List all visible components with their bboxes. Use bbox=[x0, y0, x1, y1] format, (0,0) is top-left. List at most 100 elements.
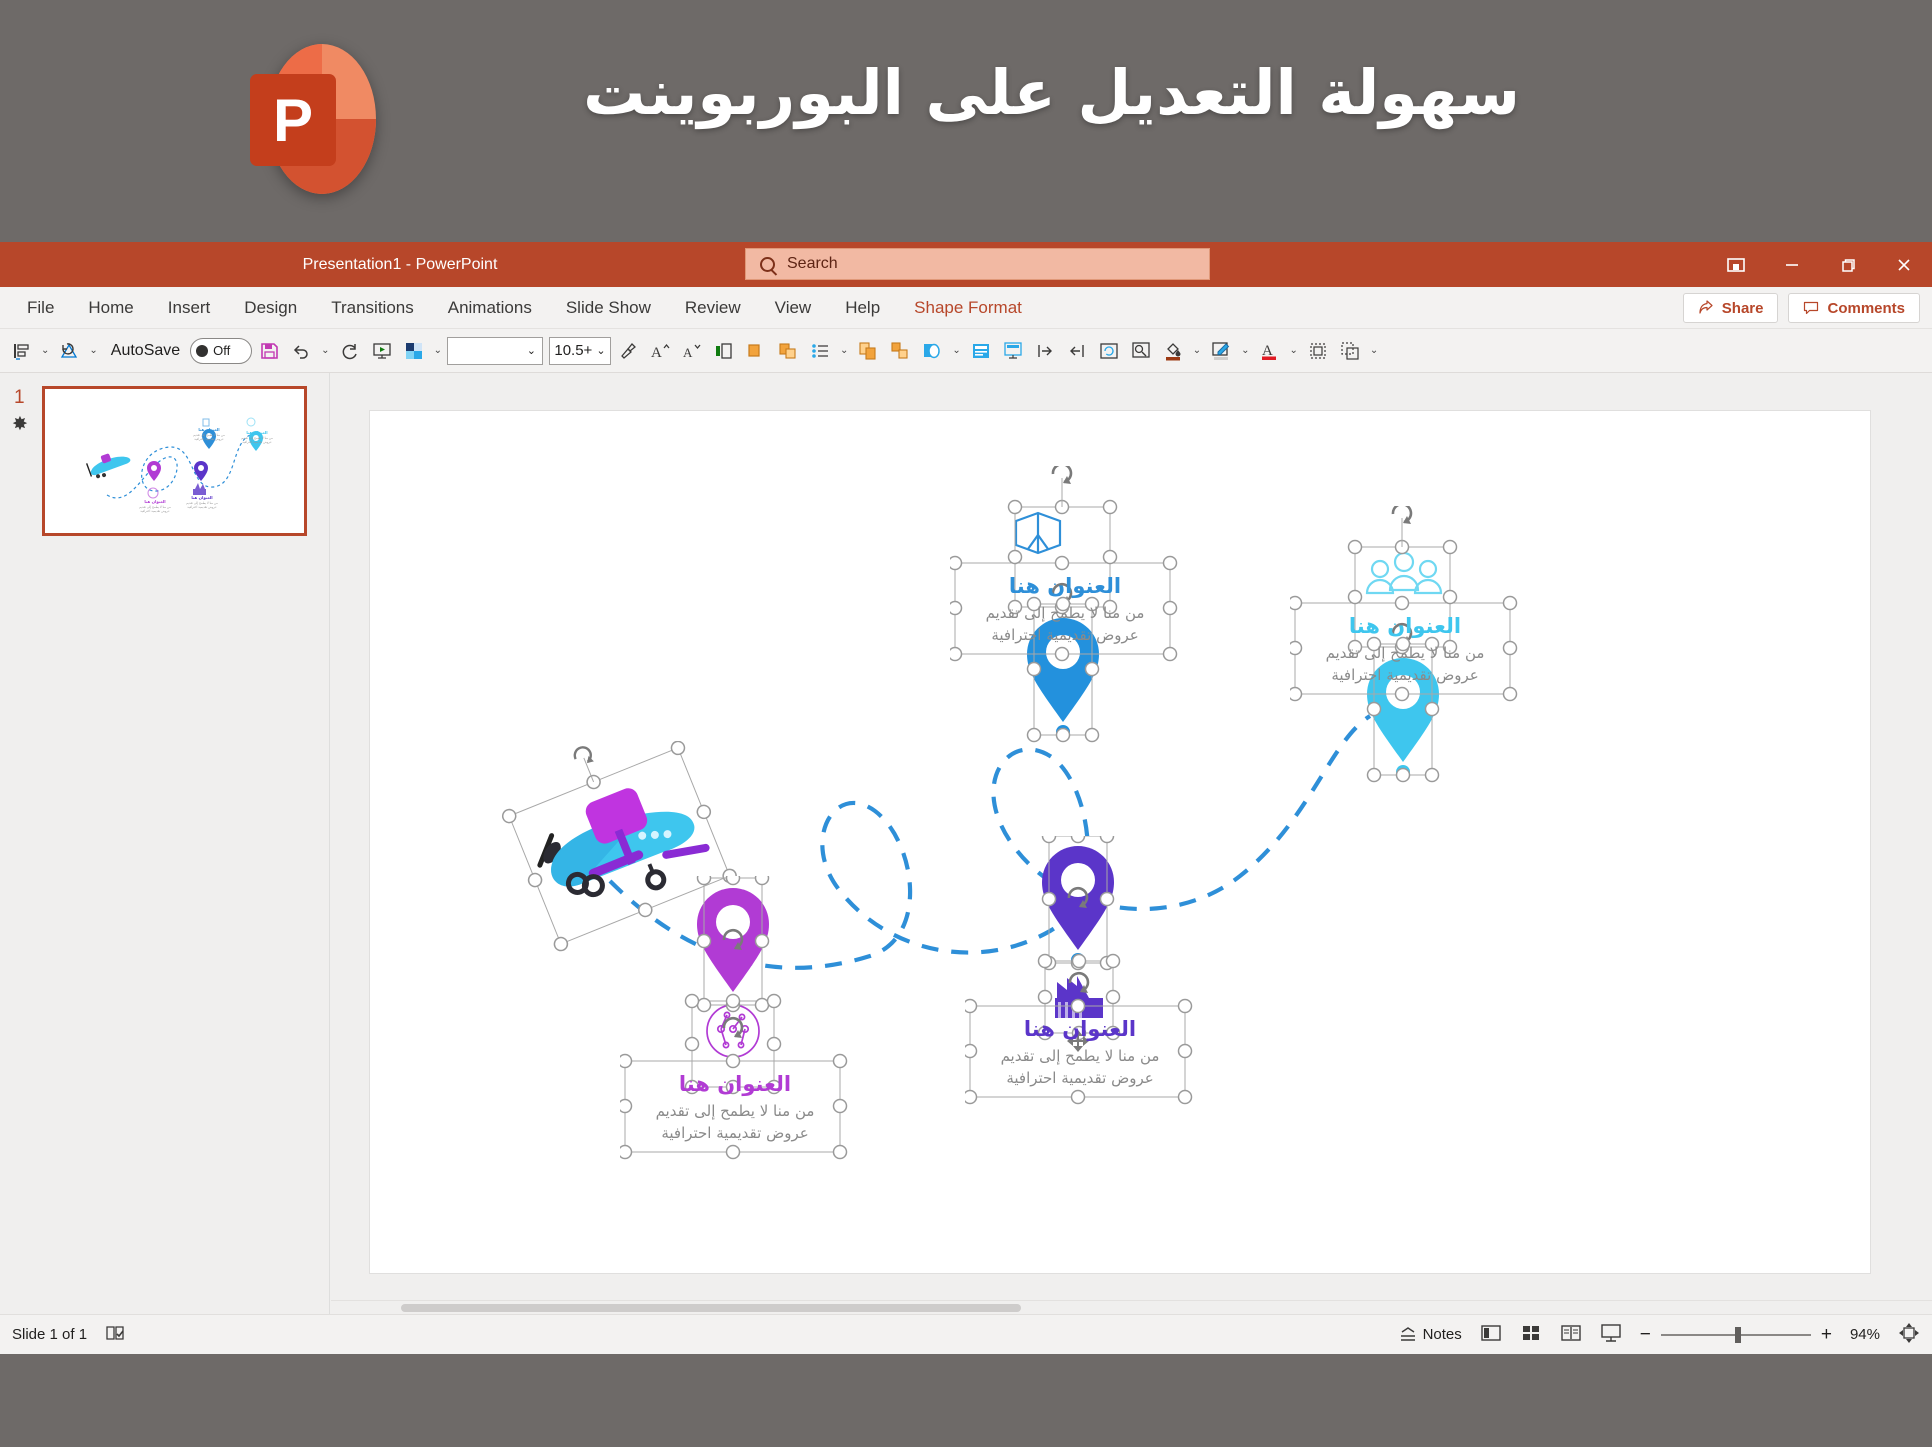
slide-editing-pane: العنوان هنا من منا لا يطمح إلى تقديم عروض… bbox=[330, 373, 1932, 1314]
comments-label: Comments bbox=[1827, 299, 1905, 317]
title-bar: Presentation1 - PowerPoint Search bbox=[0, 242, 1932, 287]
autosave-toggle[interactable]: Off bbox=[190, 337, 253, 364]
window-title: Presentation1 - PowerPoint bbox=[302, 255, 498, 273]
align-left-icon[interactable] bbox=[6, 335, 36, 367]
decrease-indent-icon[interactable] bbox=[1062, 335, 1092, 367]
start-slideshow-icon[interactable] bbox=[367, 335, 397, 367]
pen-color-dropdown-caret[interactable]: ⌄ bbox=[1238, 345, 1252, 356]
undo-dropdown-caret[interactable]: ⌄ bbox=[318, 345, 332, 356]
tab-help[interactable]: Help bbox=[828, 287, 897, 329]
thumbnail-title-magenta: العنوان هنا bbox=[144, 499, 166, 504]
search-input[interactable]: Search bbox=[745, 248, 1210, 280]
tab-transitions[interactable]: Transitions bbox=[314, 287, 431, 329]
increase-indent-icon[interactable] bbox=[1030, 335, 1060, 367]
zoom-slider[interactable]: − + bbox=[1640, 1324, 1832, 1346]
fit-to-window-icon[interactable] bbox=[1898, 1322, 1920, 1348]
tab-shape-format[interactable]: Shape Format bbox=[897, 287, 1039, 329]
zoom-out-button[interactable]: − bbox=[1640, 1324, 1651, 1346]
redo-icon[interactable] bbox=[335, 335, 365, 367]
merge-shapes-icon[interactable] bbox=[917, 335, 947, 367]
bullets-dropdown-caret[interactable]: ⌄ bbox=[837, 345, 851, 356]
notes-button[interactable]: Notes bbox=[1398, 1325, 1462, 1345]
rotate-dropdown-caret[interactable]: ⌄ bbox=[86, 345, 100, 356]
marker-blue-group[interactable]: العنوان هنا من منا لا يطمح إلى تقديم عروض… bbox=[950, 466, 1180, 766]
share-button[interactable]: Share bbox=[1682, 293, 1779, 323]
slideshow-view-icon[interactable] bbox=[1600, 1322, 1622, 1348]
slide-thumbnail-1[interactable]: العنوان هنا من منا لا يطمح إلى تقديم عروض… bbox=[42, 386, 307, 536]
thumbnail-body-violet: من منا لا يطمح إلى تقديم عروض تقديمية احت… bbox=[186, 501, 218, 509]
slide-sorter-icon[interactable] bbox=[1520, 1322, 1542, 1348]
fill-color-dropdown-caret[interactable]: ⌄ bbox=[1190, 345, 1204, 356]
marker-magenta-group[interactable]: العنوان هنا من منا لا يطمح إلى تقديم عروض… bbox=[620, 876, 850, 1176]
shape-fill-icon[interactable] bbox=[399, 335, 429, 367]
decrease-font-size-icon[interactable]: A bbox=[677, 335, 707, 367]
marker-cyan-group[interactable]: العنوان هنا من منا لا يطمح إلى تقديم عروض… bbox=[1290, 506, 1520, 806]
group-icon[interactable] bbox=[885, 335, 915, 367]
scrollbar-thumb[interactable] bbox=[401, 1304, 1021, 1312]
font-size-input[interactable]: 10.5+ ⌄ bbox=[548, 336, 611, 365]
text-direction-icon[interactable] bbox=[709, 335, 739, 367]
tab-review[interactable]: Review bbox=[668, 287, 758, 329]
minimize-button[interactable] bbox=[1764, 242, 1820, 287]
zoom-in-button[interactable]: + bbox=[1821, 1324, 1832, 1346]
slide-layout-icon[interactable] bbox=[998, 335, 1028, 367]
zoom-track[interactable] bbox=[1660, 1326, 1811, 1343]
tab-animations[interactable]: Animations bbox=[431, 287, 549, 329]
merge-dropdown-caret[interactable]: ⌄ bbox=[949, 345, 963, 356]
thumbnail-pane-scrollbar[interactable] bbox=[321, 373, 329, 1314]
slide-canvas[interactable]: العنوان هنا من منا لا يطمح إلى تقديم عروض… bbox=[370, 411, 1870, 1273]
comment-icon bbox=[1804, 301, 1819, 315]
increase-font-size-icon[interactable]: A bbox=[645, 335, 675, 367]
selection-pane-icon[interactable] bbox=[1335, 335, 1365, 367]
marker-violet-title: العنوان هنا bbox=[1023, 1017, 1137, 1041]
font-color-icon[interactable]: A bbox=[1255, 335, 1285, 367]
pen-color-icon[interactable] bbox=[1206, 335, 1236, 367]
save-icon[interactable] bbox=[254, 335, 284, 367]
notes-icon bbox=[1400, 1326, 1415, 1341]
shape-fill-dropdown-caret[interactable]: ⌄ bbox=[431, 345, 445, 356]
align-dropdown-caret[interactable]: ⌄ bbox=[38, 345, 52, 356]
zoom-knob[interactable] bbox=[1734, 1326, 1741, 1343]
slide-thumbnail-pane: 1 ✸ العنوان هنا من منا لا يطمح إلى تقديم… bbox=[0, 373, 330, 1314]
marker-magenta-body: من منا لا يطمح إلى تقديم عروض تقديمية احت… bbox=[655, 1102, 815, 1142]
text-box-icon[interactable] bbox=[966, 335, 996, 367]
undo-icon[interactable] bbox=[286, 335, 316, 367]
thumbnail-body-blue: من منا لا يطمح إلى تقديم عروض تقديمية احت… bbox=[193, 433, 225, 441]
comments-button[interactable]: Comments bbox=[1788, 293, 1920, 323]
promo-banner: P سهولة التعديل على البوربوينت bbox=[0, 0, 1932, 242]
status-right: Notes − + 94% bbox=[1398, 1322, 1920, 1348]
reading-view-icon[interactable] bbox=[1560, 1322, 1582, 1348]
search-icon bbox=[760, 256, 775, 272]
tab-design[interactable]: Design bbox=[227, 287, 314, 329]
restore-button[interactable] bbox=[1820, 242, 1876, 287]
zoom-search-icon[interactable] bbox=[1126, 335, 1156, 367]
shape-effects-icon[interactable] bbox=[773, 335, 803, 367]
zoom-level-label[interactable]: 94% bbox=[1850, 1326, 1880, 1343]
tab-insert[interactable]: Insert bbox=[151, 287, 228, 329]
shape-outline-icon[interactable] bbox=[741, 335, 771, 367]
tab-slide-show[interactable]: Slide Show bbox=[549, 287, 668, 329]
duplicate-icon[interactable] bbox=[853, 335, 883, 367]
horizontal-scrollbar[interactable] bbox=[331, 1300, 1932, 1314]
reset-shape-icon[interactable] bbox=[1094, 335, 1124, 367]
rotate-shape-icon[interactable] bbox=[54, 335, 84, 367]
tab-view[interactable]: View bbox=[758, 287, 829, 329]
font-color-dropdown-caret[interactable]: ⌄ bbox=[1287, 345, 1301, 356]
font-name-input[interactable]: ⌄ bbox=[446, 336, 543, 365]
logo-letter: P bbox=[250, 74, 336, 166]
toolbar-overflow-caret[interactable]: ⌄ bbox=[1367, 345, 1381, 356]
tab-home[interactable]: Home bbox=[71, 287, 150, 329]
close-button[interactable] bbox=[1876, 242, 1932, 287]
fill-color-icon[interactable] bbox=[1158, 335, 1188, 367]
tab-file[interactable]: File bbox=[10, 287, 71, 329]
format-painter-icon[interactable] bbox=[613, 335, 643, 367]
thumbnail-title-blue: العنوان هنا bbox=[198, 427, 220, 432]
normal-view-icon[interactable] bbox=[1480, 1322, 1502, 1348]
accessibility-checker-icon[interactable] bbox=[105, 1323, 125, 1347]
status-bar: Slide 1 of 1 Notes − + 94% bbox=[0, 1314, 1932, 1354]
ribbon-display-options-button[interactable] bbox=[1708, 242, 1764, 287]
bullets-icon[interactable] bbox=[805, 335, 835, 367]
arrange-objects-icon[interactable] bbox=[1303, 335, 1333, 367]
search-placeholder: Search bbox=[787, 255, 838, 272]
marker-violet-group[interactable]: العنوان هنا من منا لا يطمح إلى تقديم عروض… bbox=[965, 836, 1195, 1136]
